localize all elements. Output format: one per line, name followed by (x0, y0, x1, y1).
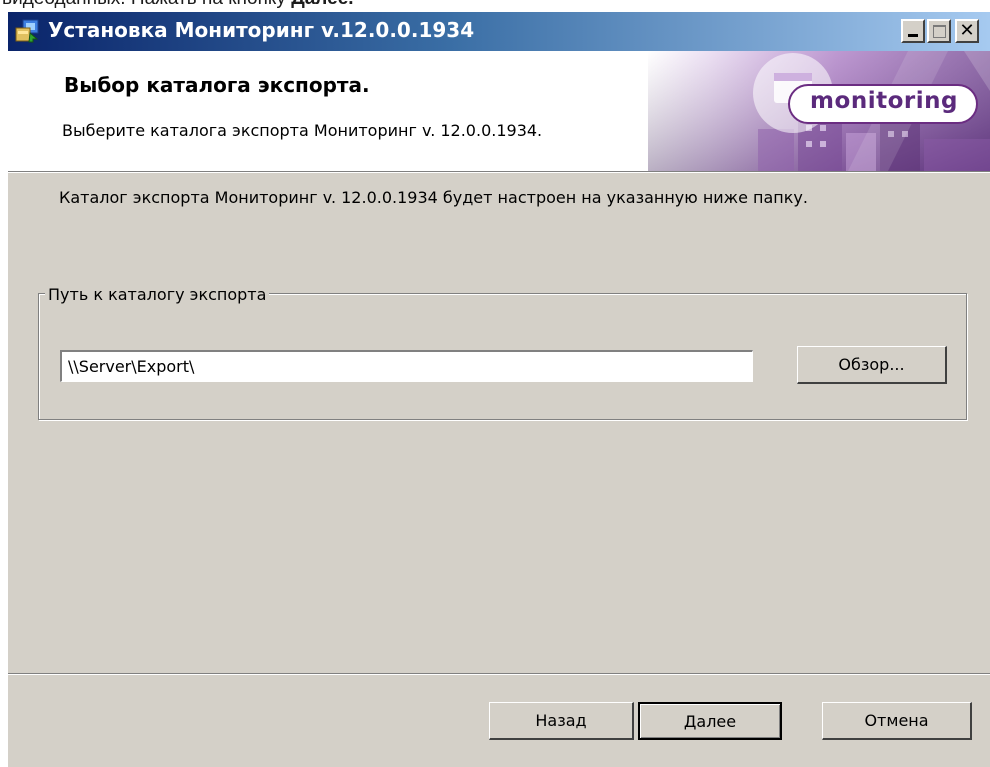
monitoring-logo-text: monitoring (810, 88, 958, 114)
minimize-button[interactable] (901, 19, 925, 43)
cancel-button[interactable]: Отмена (822, 702, 972, 740)
export-path-group-label: Путь к каталогу экспорта (45, 285, 270, 304)
back-button[interactable]: Назад (489, 702, 634, 740)
title-bar[interactable]: Установка Мониторинг v.12.0.0.1934 ✕ (8, 12, 990, 51)
installer-icon (15, 19, 39, 43)
export-path-input[interactable] (60, 350, 753, 382)
maximize-button[interactable] (927, 19, 951, 43)
banner-divider (8, 171, 990, 173)
next-button[interactable]: Далее (638, 702, 782, 740)
document-text-bold: Далее. (291, 0, 353, 9)
minimize-icon (908, 34, 918, 37)
window-title: Установка Мониторинг v.12.0.0.1934 (48, 18, 475, 42)
browse-button[interactable]: Обзор... (797, 346, 947, 384)
maximize-icon (932, 24, 946, 38)
installer-window: Установка Мониторинг v.12.0.0.1934 ✕ Выб… (8, 12, 990, 767)
document-text: видеоданных. Нажать на кнопку (2, 0, 291, 9)
page-subtitle: Выберите каталога экспорта Мониторинг v.… (62, 121, 543, 140)
close-icon: ✕ (959, 20, 975, 41)
page-title: Выбор каталога экспорта. (64, 73, 370, 97)
header-banner: Выбор каталога экспорта. Выберите катало… (8, 51, 990, 171)
description-text: Каталог экспорта Мониторинг v. 12.0.0.19… (59, 188, 808, 207)
footer-divider (8, 673, 990, 675)
close-button[interactable]: ✕ (955, 19, 979, 43)
